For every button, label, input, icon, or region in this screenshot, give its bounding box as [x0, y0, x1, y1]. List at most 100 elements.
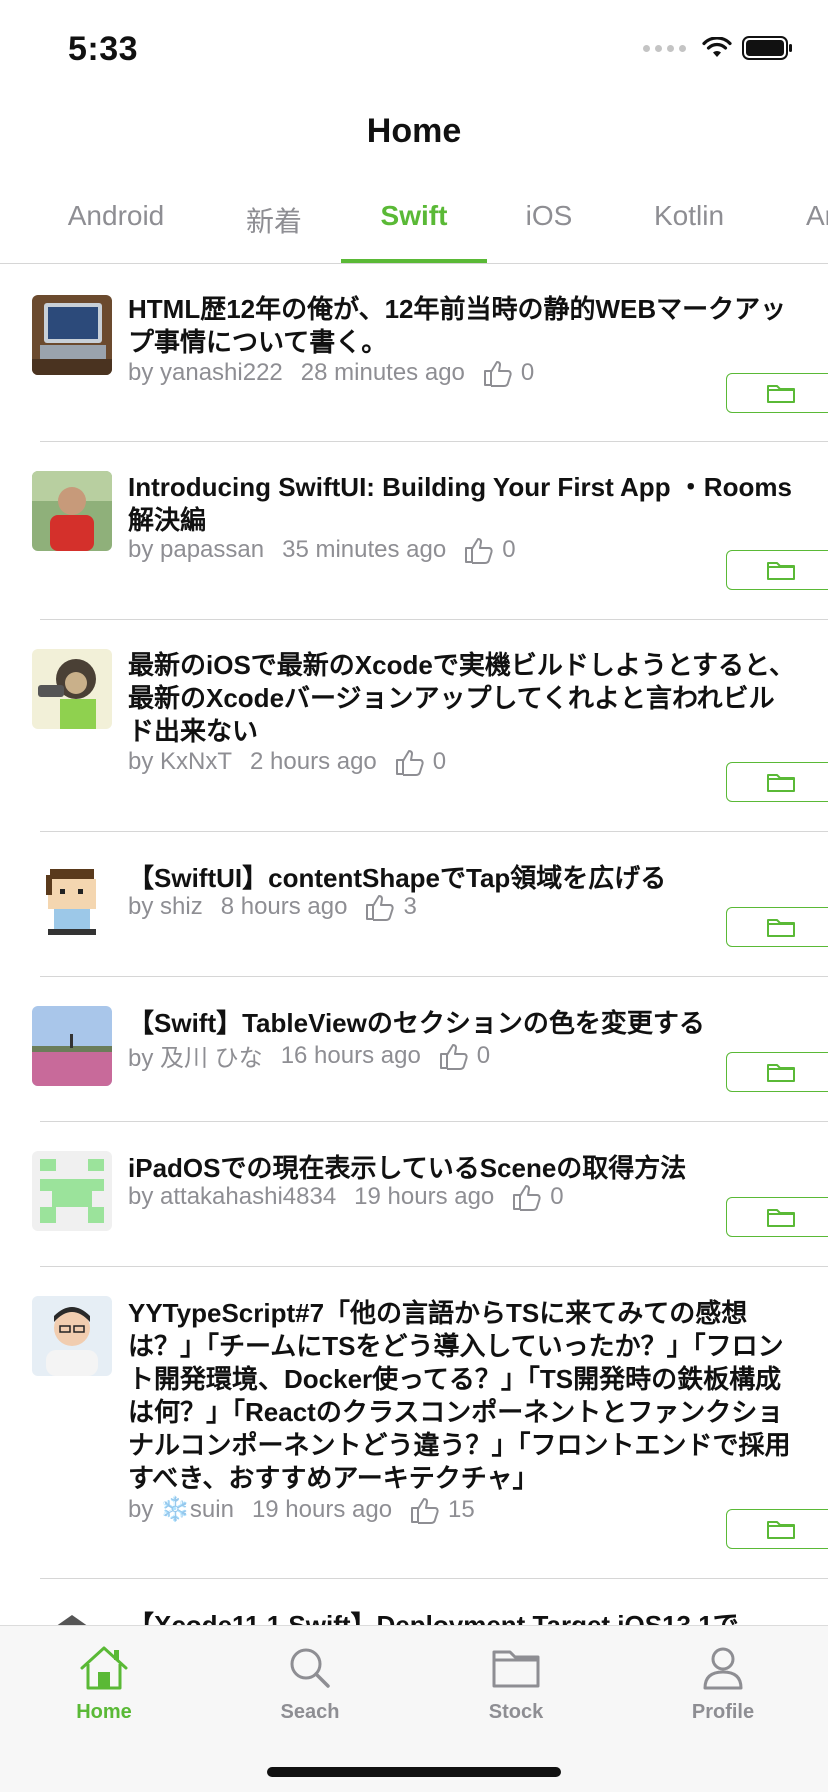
tab-partial[interactable]: Ar: [806, 200, 828, 232]
list-item[interactable]: Introducing SwiftUI: Building Your First…: [32, 442, 828, 620]
thumbs-up-icon: [395, 750, 424, 776]
like-count: 0: [476, 1041, 491, 1069]
tabbar-label: Stock: [488, 1701, 544, 1723]
thumbs-up-icon: [465, 538, 493, 564]
article-title[interactable]: Introducing SwiftUI: Building Your First…: [128, 471, 798, 537]
article-author[interactable]: by 及川 ひな: [128, 1038, 263, 1073]
article-meta: by attakahashi4834 19 hours ago 0: [128, 1183, 564, 1211]
thumbs-up-icon: [439, 1043, 468, 1070]
article-time: 19 hours ago: [251, 1495, 393, 1523]
article-title[interactable]: iPadOSでの現在表示しているSceneの取得方法: [128, 1152, 798, 1185]
stock-button[interactable]: [726, 373, 828, 413]
tabbar-stock[interactable]: Stock: [456, 1644, 576, 1724]
person-icon: [703, 1647, 743, 1690]
thumbs-up-icon: [411, 1497, 439, 1524]
house-icon: [80, 1646, 128, 1690]
list-item[interactable]: 最新のiOSで最新のXcodeで実機ビルドしようとすると、最新のXcodeバージ…: [32, 620, 828, 832]
tabbar-search[interactable]: Seach: [250, 1644, 370, 1724]
folder-icon: [767, 1521, 795, 1539]
tab-swift[interactable]: Swift: [381, 200, 448, 232]
list-item[interactable]: iPadOSでの現在表示しているSceneの取得方法 by attakahash…: [32, 1122, 828, 1267]
folder-icon: [767, 774, 795, 792]
tabbar-label: Profile: [691, 1701, 755, 1723]
avatar: [32, 295, 112, 375]
article-title[interactable]: YYTypeScript#7「他の言語からTSに来てみての感想は？」「チームにT…: [128, 1297, 798, 1495]
list-item[interactable]: 【Swift】TableViewのセクションの色を変更する by 及川 ひな 1…: [32, 977, 828, 1122]
article-list[interactable]: HTML歴12年の俺が、12年前当時の静的WEBマークアップ事情について書く。 …: [0, 265, 828, 1625]
avatar: [32, 1151, 112, 1231]
article-time: 19 hours ago: [354, 1183, 495, 1210]
article-meta: by 及川 ひな 16 hours ago 0: [128, 1038, 490, 1073]
status-time: 5:33: [68, 30, 139, 68]
article-time: 28 minutes ago: [300, 359, 465, 386]
thumbs-up-icon: [366, 895, 395, 921]
thumbs-up-icon: [513, 1185, 541, 1211]
article-meta: by KxNxT 2 hours ago 0: [128, 748, 446, 776]
folder-icon: [767, 919, 795, 937]
article-author[interactable]: by KxNxT: [128, 748, 232, 776]
tab-new[interactable]: 新着: [246, 200, 302, 240]
wifi-icon: [702, 37, 732, 57]
article-author[interactable]: by yanashi222: [128, 359, 283, 387]
article-author[interactable]: by ❄️suin: [128, 1495, 234, 1524]
article-author[interactable]: by shiz: [128, 893, 203, 921]
signal-icon: [643, 44, 686, 52]
magnifier-icon: [290, 1648, 330, 1688]
like-count: 0: [520, 359, 535, 386]
category-tabs: Android 新着 Swift iOS Kotlin Ar: [0, 190, 828, 264]
like-count: 0: [502, 536, 516, 563]
article-time: 35 minutes ago: [282, 536, 447, 563]
article-author[interactable]: by attakahashi4834: [128, 1183, 336, 1211]
active-tab-indicator: [341, 259, 487, 263]
article-title[interactable]: HTML歴12年の俺が、12年前当時の静的WEBマークアップ事情について書く。: [128, 293, 798, 359]
article-time: 8 hours ago: [220, 893, 348, 920]
list-item[interactable]: HTML歴12年の俺が、12年前当時の静的WEBマークアップ事情について書く。 …: [32, 265, 828, 442]
stock-button[interactable]: [726, 907, 828, 947]
thumbs-up-icon: [483, 361, 512, 387]
article-meta: by ❄️suin 19 hours ago 15: [128, 1495, 475, 1524]
avatar: [32, 471, 112, 551]
like-count: 3: [403, 893, 417, 920]
avatar: [32, 1609, 112, 1625]
folder-icon: [767, 1209, 795, 1227]
tabbar-label: Home: [76, 1701, 132, 1723]
status-bar: 5:33: [0, 0, 828, 100]
tab-kotlin[interactable]: Kotlin: [654, 200, 724, 232]
list-item[interactable]: 【SwiftUI】contentShapeでTap領域を広げる by shiz …: [32, 832, 828, 977]
article-title[interactable]: 【Xcode11.1 Swift】Deployment Target iOS13…: [128, 1609, 798, 1625]
tab-ios[interactable]: iOS: [526, 200, 573, 232]
avatar: [32, 1296, 112, 1376]
article-meta: by shiz 8 hours ago 3: [128, 893, 417, 921]
page-title: Home: [366, 112, 462, 150]
list-item[interactable]: YYTypeScript#7「他の言語からTSに来てみての感想は？」「チームにT…: [32, 1267, 828, 1579]
stock-button[interactable]: [726, 762, 828, 802]
avatar: [32, 1006, 112, 1086]
like-count: 0: [550, 1183, 564, 1210]
stock-button[interactable]: [726, 1052, 828, 1092]
stock-button[interactable]: [726, 1197, 828, 1237]
folder-icon: [767, 1064, 795, 1082]
home-indicator[interactable]: [267, 1767, 561, 1777]
article-time: 2 hours ago: [250, 748, 377, 775]
article-meta: by papassan 35 minutes ago 0: [128, 536, 516, 564]
tabbar-label: Seach: [280, 1701, 340, 1723]
stock-button[interactable]: [726, 1509, 828, 1549]
folder-icon: [767, 562, 795, 580]
list-item[interactable]: 【Xcode11.1 Swift】Deployment Target iOS13…: [32, 1579, 828, 1625]
folder-icon: [492, 1650, 540, 1688]
avatar: [32, 861, 112, 941]
tabbar-home[interactable]: Home: [44, 1644, 164, 1724]
battery-icon: [742, 36, 792, 60]
like-count: 0: [432, 748, 447, 775]
article-title[interactable]: 最新のiOSで最新のXcodeで実機ビルドしようとすると、最新のXcodeバージ…: [128, 649, 798, 748]
tab-android[interactable]: Android: [68, 200, 165, 232]
like-count: 15: [448, 1495, 475, 1523]
article-title[interactable]: 【Swift】TableViewのセクションの色を変更する: [128, 1007, 798, 1040]
avatar: [32, 649, 112, 729]
folder-icon: [767, 385, 795, 403]
article-meta: by yanashi222 28 minutes ago 0: [128, 359, 534, 387]
stock-button[interactable]: [726, 550, 828, 590]
article-title[interactable]: 【SwiftUI】contentShapeでTap領域を広げる: [128, 862, 798, 895]
tabbar-profile[interactable]: Profile: [663, 1644, 783, 1724]
article-author[interactable]: by papassan: [128, 536, 264, 564]
